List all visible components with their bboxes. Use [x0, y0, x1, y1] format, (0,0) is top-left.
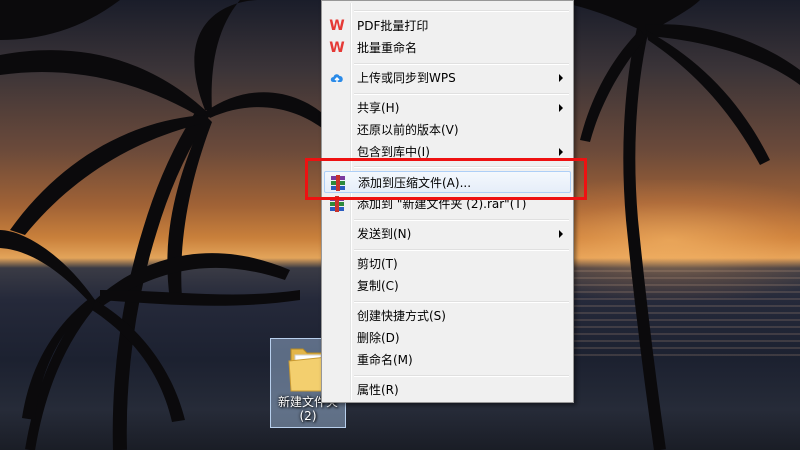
submenu-arrow-icon: [559, 230, 563, 238]
menu-item-share[interactable]: 共享(H): [324, 97, 571, 119]
menu-separator: [354, 249, 569, 251]
wps-icon: W: [329, 40, 345, 56]
submenu-arrow-icon: [559, 104, 563, 112]
cloud-upload-icon: [330, 74, 343, 83]
submenu-arrow-icon: [559, 74, 563, 82]
menu-item-copy[interactable]: 复制(C): [324, 275, 571, 297]
menu-separator: [354, 301, 569, 303]
menu-item-properties[interactable]: 属性(R): [324, 379, 571, 401]
menu-item-cut[interactable]: 剪切(T): [324, 253, 571, 275]
menu-separator: [354, 10, 569, 12]
menu-item-send-to[interactable]: 发送到(N): [324, 223, 571, 245]
menu-separator: [354, 219, 569, 221]
menu-item-create-shortcut[interactable]: 创建快捷方式(S): [324, 305, 571, 327]
context-menu: W PDF批量打印 W 批量重命名 上传或同步到WPS 共享(H) 还原以前的版…: [321, 0, 574, 403]
menu-item-restore-versions[interactable]: 还原以前的版本(V): [324, 119, 571, 141]
menu-separator: [354, 63, 569, 65]
submenu-arrow-icon: [559, 148, 563, 156]
menu-separator: [354, 375, 569, 377]
wps-icon: W: [329, 18, 345, 34]
menu-item-batch-rename[interactable]: W 批量重命名: [324, 37, 571, 59]
menu-item-upload-wps[interactable]: 上传或同步到WPS: [324, 67, 571, 89]
menu-item-delete[interactable]: 删除(D): [324, 327, 571, 349]
menu-separator: [354, 93, 569, 95]
menu-item-pdf-batch-print[interactable]: W PDF批量打印: [324, 15, 571, 37]
red-annotation-box: [305, 158, 587, 200]
menu-item-rename[interactable]: 重命名(M): [324, 349, 571, 371]
